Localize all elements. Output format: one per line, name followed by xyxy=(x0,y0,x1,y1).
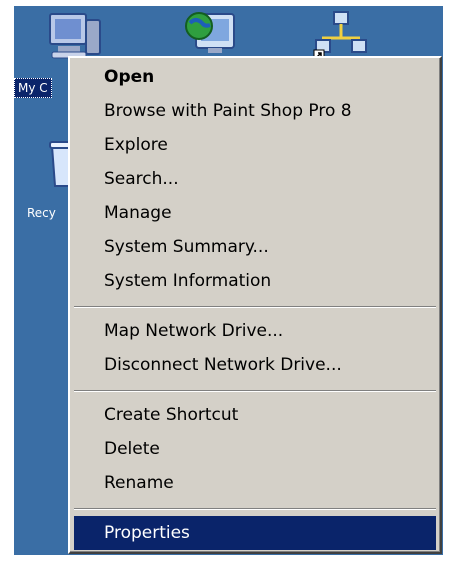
menu-item-manage[interactable]: Manage xyxy=(74,196,436,230)
my-computer-icon[interactable] xyxy=(44,12,106,62)
recycle-bin-label[interactable]: Recy xyxy=(24,204,59,222)
frame-edge-right xyxy=(443,0,455,561)
menu-item-properties[interactable]: Properties xyxy=(74,516,436,550)
internet-explorer-icon[interactable] xyxy=(182,8,240,58)
menu-item-disconnect-network-drive[interactable]: Disconnect Network Drive... xyxy=(74,348,436,382)
my-computer-label[interactable]: My C xyxy=(14,78,52,98)
menu-item-browse-paint-shop-pro[interactable]: Browse with Paint Shop Pro 8 xyxy=(74,94,436,128)
desktop: My C Recy Open Browse with Paint Shop Pr… xyxy=(0,0,455,561)
frame-edge-left xyxy=(0,0,14,561)
menu-item-explore[interactable]: Explore xyxy=(74,128,436,162)
menu-separator xyxy=(74,508,436,510)
menu-item-system-information[interactable]: System Information xyxy=(74,264,436,298)
menu-item-delete[interactable]: Delete xyxy=(74,432,436,466)
menu-item-rename[interactable]: Rename xyxy=(74,466,436,500)
menu-item-search[interactable]: Search... xyxy=(74,162,436,196)
menu-item-system-summary[interactable]: System Summary... xyxy=(74,230,436,264)
menu-item-create-shortcut[interactable]: Create Shortcut xyxy=(74,398,436,432)
network-places-icon[interactable] xyxy=(312,10,372,61)
menu-separator xyxy=(74,306,436,308)
context-menu: Open Browse with Paint Shop Pro 8 Explor… xyxy=(68,56,442,554)
frame-edge-bottom xyxy=(0,555,455,561)
menu-item-map-network-drive[interactable]: Map Network Drive... xyxy=(74,314,436,348)
menu-item-open[interactable]: Open xyxy=(74,60,436,94)
frame-edge-top xyxy=(0,0,455,6)
menu-separator xyxy=(74,390,436,392)
